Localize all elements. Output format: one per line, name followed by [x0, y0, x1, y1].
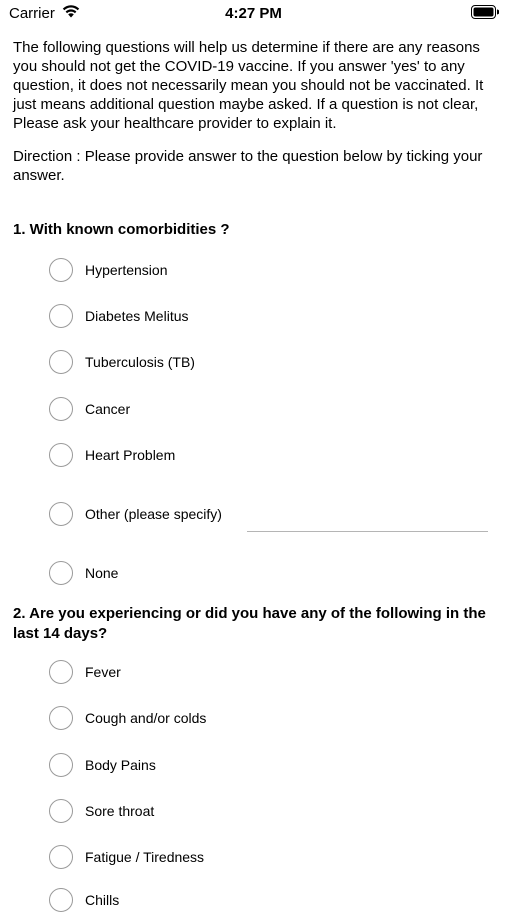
option-label: Diabetes Melitus — [85, 308, 189, 324]
option-label: None — [85, 565, 119, 581]
option-label: Fever — [85, 664, 121, 680]
status-bar: Carrier 4:27 PM — [0, 0, 507, 28]
radio-button[interactable] — [49, 753, 73, 777]
option-label: Chills — [85, 892, 120, 908]
option-other[interactable]: Other (please specify) — [49, 500, 489, 528]
option-body-pains[interactable]: Body Pains — [49, 751, 489, 779]
option-tuberculosis[interactable]: Tuberculosis (TB) — [49, 348, 489, 376]
other-specify-input[interactable] — [247, 531, 488, 532]
intro-section: The following questions will help us det… — [13, 38, 493, 185]
direction-text: Direction : Please provide answer to the… — [13, 148, 483, 184]
radio-button[interactable] — [49, 660, 73, 684]
option-fever[interactable]: Fever — [49, 658, 489, 686]
option-heart-problem[interactable]: Heart Problem — [49, 441, 489, 469]
radio-button[interactable] — [49, 706, 73, 730]
option-cough-colds[interactable]: Cough and/or colds — [49, 704, 489, 732]
option-label: Tuberculosis (TB) — [85, 354, 195, 370]
option-label: Sore throat — [85, 803, 155, 819]
status-time: 4:27 PM — [225, 5, 282, 22]
radio-button[interactable] — [49, 350, 73, 374]
battery-icon — [471, 5, 499, 19]
option-diabetes-melitus[interactable]: Diabetes Melitus — [49, 302, 489, 330]
option-label: Cough and/or colds — [85, 710, 207, 726]
option-fatigue[interactable]: Fatigue / Tiredness — [49, 843, 489, 871]
option-sore-throat[interactable]: Sore throat — [49, 797, 489, 825]
option-none[interactable]: None — [49, 559, 489, 587]
radio-button[interactable] — [49, 443, 73, 467]
option-label: Fatigue / Tiredness — [85, 849, 205, 865]
radio-button[interactable] — [49, 799, 73, 823]
option-hypertension[interactable]: Hypertension — [49, 256, 489, 284]
radio-button[interactable] — [49, 888, 73, 912]
option-label: Heart Problem — [85, 447, 176, 463]
intro-text: The following questions will help us det… — [13, 39, 484, 132]
question-2-title: 2. Are you experiencing or did you have … — [13, 605, 486, 642]
radio-button[interactable] — [49, 304, 73, 328]
option-label: Other (please specify) — [85, 506, 222, 522]
radio-button[interactable] — [49, 561, 73, 585]
option-label: Body Pains — [85, 757, 156, 773]
radio-button[interactable] — [49, 502, 73, 526]
option-label: Hypertension — [85, 262, 168, 278]
option-chills[interactable]: Chills — [49, 886, 489, 914]
option-label: Cancer — [85, 401, 131, 417]
question-1-title: 1. With known comorbidities ? — [13, 221, 230, 238]
radio-button[interactable] — [49, 845, 73, 869]
option-cancer[interactable]: Cancer — [49, 395, 489, 423]
radio-button[interactable] — [49, 397, 73, 421]
radio-button[interactable] — [49, 258, 73, 282]
